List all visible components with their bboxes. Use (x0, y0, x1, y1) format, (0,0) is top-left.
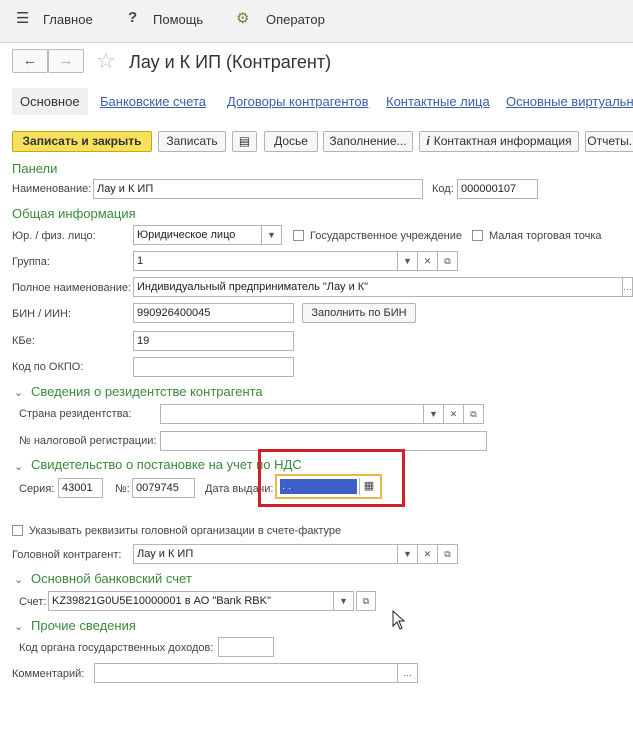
chevron-down-icon[interactable]: ▼ (398, 544, 418, 564)
comment-label: Комментарий: (12, 668, 85, 680)
tab-main[interactable]: Основное (12, 88, 88, 115)
issue-date-focus-frame: . . ▦ (275, 474, 382, 499)
state-inst-checkbox[interactable] (293, 230, 304, 241)
chevron-down-icon[interactable]: ⌄ (14, 620, 23, 633)
group-input[interactable]: 1 (133, 251, 398, 271)
state-inst-label: Государственное учреждение (310, 230, 463, 242)
tax-reg-label: № налоговой регистрации: (19, 435, 157, 447)
clear-icon[interactable]: ✕ (418, 251, 438, 271)
small-point-label: Малая торговая точка (489, 230, 602, 242)
head-counterparty-label: Головной контрагент: (12, 549, 122, 561)
series-input[interactable]: 43001 (58, 478, 103, 498)
bank-section-title[interactable]: Основной банковский счет (31, 571, 192, 586)
panels-link[interactable]: Панели (12, 161, 57, 176)
fill-bin-button[interactable]: Заполнить по БИН (302, 303, 416, 323)
help-icon[interactable]: ? (128, 9, 137, 26)
calendar-icon[interactable]: ▦ (359, 478, 378, 495)
gov-income-label: Код органа государственных доходов: (19, 642, 214, 654)
clear-icon[interactable]: ✕ (444, 404, 464, 424)
country-input[interactable] (160, 404, 424, 424)
operator-icon[interactable]: ⚙ (236, 9, 249, 27)
save-button[interactable]: Записать (158, 131, 226, 152)
code-label: Код: (432, 183, 454, 195)
group-label: Группа: (12, 256, 50, 268)
residency-section-title[interactable]: Сведения о резидентстве контрагента (31, 384, 263, 399)
operator-menu-item[interactable]: Оператор (266, 12, 325, 27)
more-icon[interactable]: … (623, 277, 633, 297)
fill-button[interactable]: Заполнение... (323, 131, 413, 152)
chevron-down-icon[interactable]: ▼ (262, 225, 282, 245)
entity-label: Юр. / физ. лицо: (12, 230, 96, 242)
contact-info-label: Контактная информация (433, 134, 572, 148)
kbe-input[interactable]: 19 (133, 331, 294, 351)
small-point-checkbox[interactable] (472, 230, 483, 241)
name-label: Наименование: (12, 183, 92, 195)
tab-virtual[interactable]: Основные виртуальн (506, 94, 633, 109)
tab-contact-persons[interactable]: Контактные лица (386, 94, 490, 109)
chevron-down-icon[interactable]: ⌄ (14, 573, 23, 586)
page-title: Лау и К ИП (Контрагент) (129, 52, 332, 72)
open-icon[interactable]: ⧉ (464, 404, 484, 424)
dossier-button[interactable]: Досье (264, 131, 318, 152)
open-icon[interactable]: ⧉ (438, 544, 458, 564)
contact-info-button[interactable]: i Контактная информация (419, 131, 579, 152)
top-bar: ☰ Главное ? Помощь ⚙ Оператор (0, 0, 633, 43)
code-input[interactable]: 000000107 (457, 179, 538, 199)
general-section-title: Общая информация (12, 206, 136, 221)
tab-bank-accounts[interactable]: Банковские счета (100, 94, 206, 109)
open-icon[interactable]: ⧉ (356, 591, 376, 611)
account-input[interactable]: KZ39821G0U5E10000001 в АО "Bank RBK" (48, 591, 334, 611)
head-org-checkbox[interactable] (12, 525, 23, 536)
tab-contracts[interactable]: Договоры контрагентов (227, 94, 369, 109)
chevron-down-icon[interactable]: ⌄ (14, 386, 23, 399)
bin-label: БИН / ИИН: (12, 308, 72, 320)
head-org-label: Указывать реквизиты головной организации… (29, 525, 342, 537)
open-icon[interactable]: ⧉ (438, 251, 458, 271)
bin-input[interactable]: 990926400045 (133, 303, 294, 323)
forward-icon[interactable]: → (48, 49, 84, 73)
chevron-down-icon[interactable]: ▼ (424, 404, 444, 424)
more-icon[interactable]: … (398, 663, 418, 683)
account-label: Счет: (19, 596, 47, 608)
chevron-down-icon[interactable]: ⌄ (14, 460, 23, 473)
favorite-star-icon[interactable]: ☆ (96, 48, 116, 74)
chevron-down-icon[interactable]: ▼ (398, 251, 418, 271)
other-section-title[interactable]: Прочие сведения (31, 618, 136, 633)
name-input[interactable]: Лау и К ИП (93, 179, 423, 199)
full-name-label: Полное наименование: (12, 282, 132, 294)
number-label: №: (115, 483, 130, 495)
entity-select[interactable]: Юридическое лицо (133, 225, 262, 245)
country-label: Страна резидентства: (19, 408, 132, 420)
menu-icon[interactable]: ☰ (16, 9, 29, 27)
reports-button[interactable]: Отчеты... (585, 131, 633, 152)
clear-icon[interactable]: ✕ (418, 544, 438, 564)
series-label: Серия: (19, 483, 55, 495)
list-icon[interactable]: ▤ (232, 131, 257, 152)
save-close-button[interactable]: Записать и закрыть (12, 131, 152, 152)
head-counterparty-input[interactable]: Лау и К ИП (133, 544, 398, 564)
issue-date-input[interactable]: . . (280, 479, 357, 494)
okpo-input[interactable] (133, 357, 294, 377)
info-icon: i (426, 134, 430, 148)
back-icon[interactable]: ← (12, 49, 48, 73)
kbe-label: КБе: (12, 335, 35, 347)
mouse-cursor-icon (392, 610, 406, 630)
main-menu-item[interactable]: Главное (43, 12, 93, 27)
comment-input[interactable] (94, 663, 398, 683)
number-input[interactable]: 0079745 (132, 478, 195, 498)
gov-income-input[interactable] (218, 637, 274, 657)
full-name-input[interactable]: Индивидуальный предприниматель "Лау и К" (133, 277, 623, 297)
okpo-label: Код по ОКПО: (12, 361, 84, 373)
tax-reg-input[interactable] (160, 431, 487, 451)
help-menu-item[interactable]: Помощь (153, 12, 203, 27)
chevron-down-icon[interactable]: ▼ (334, 591, 354, 611)
